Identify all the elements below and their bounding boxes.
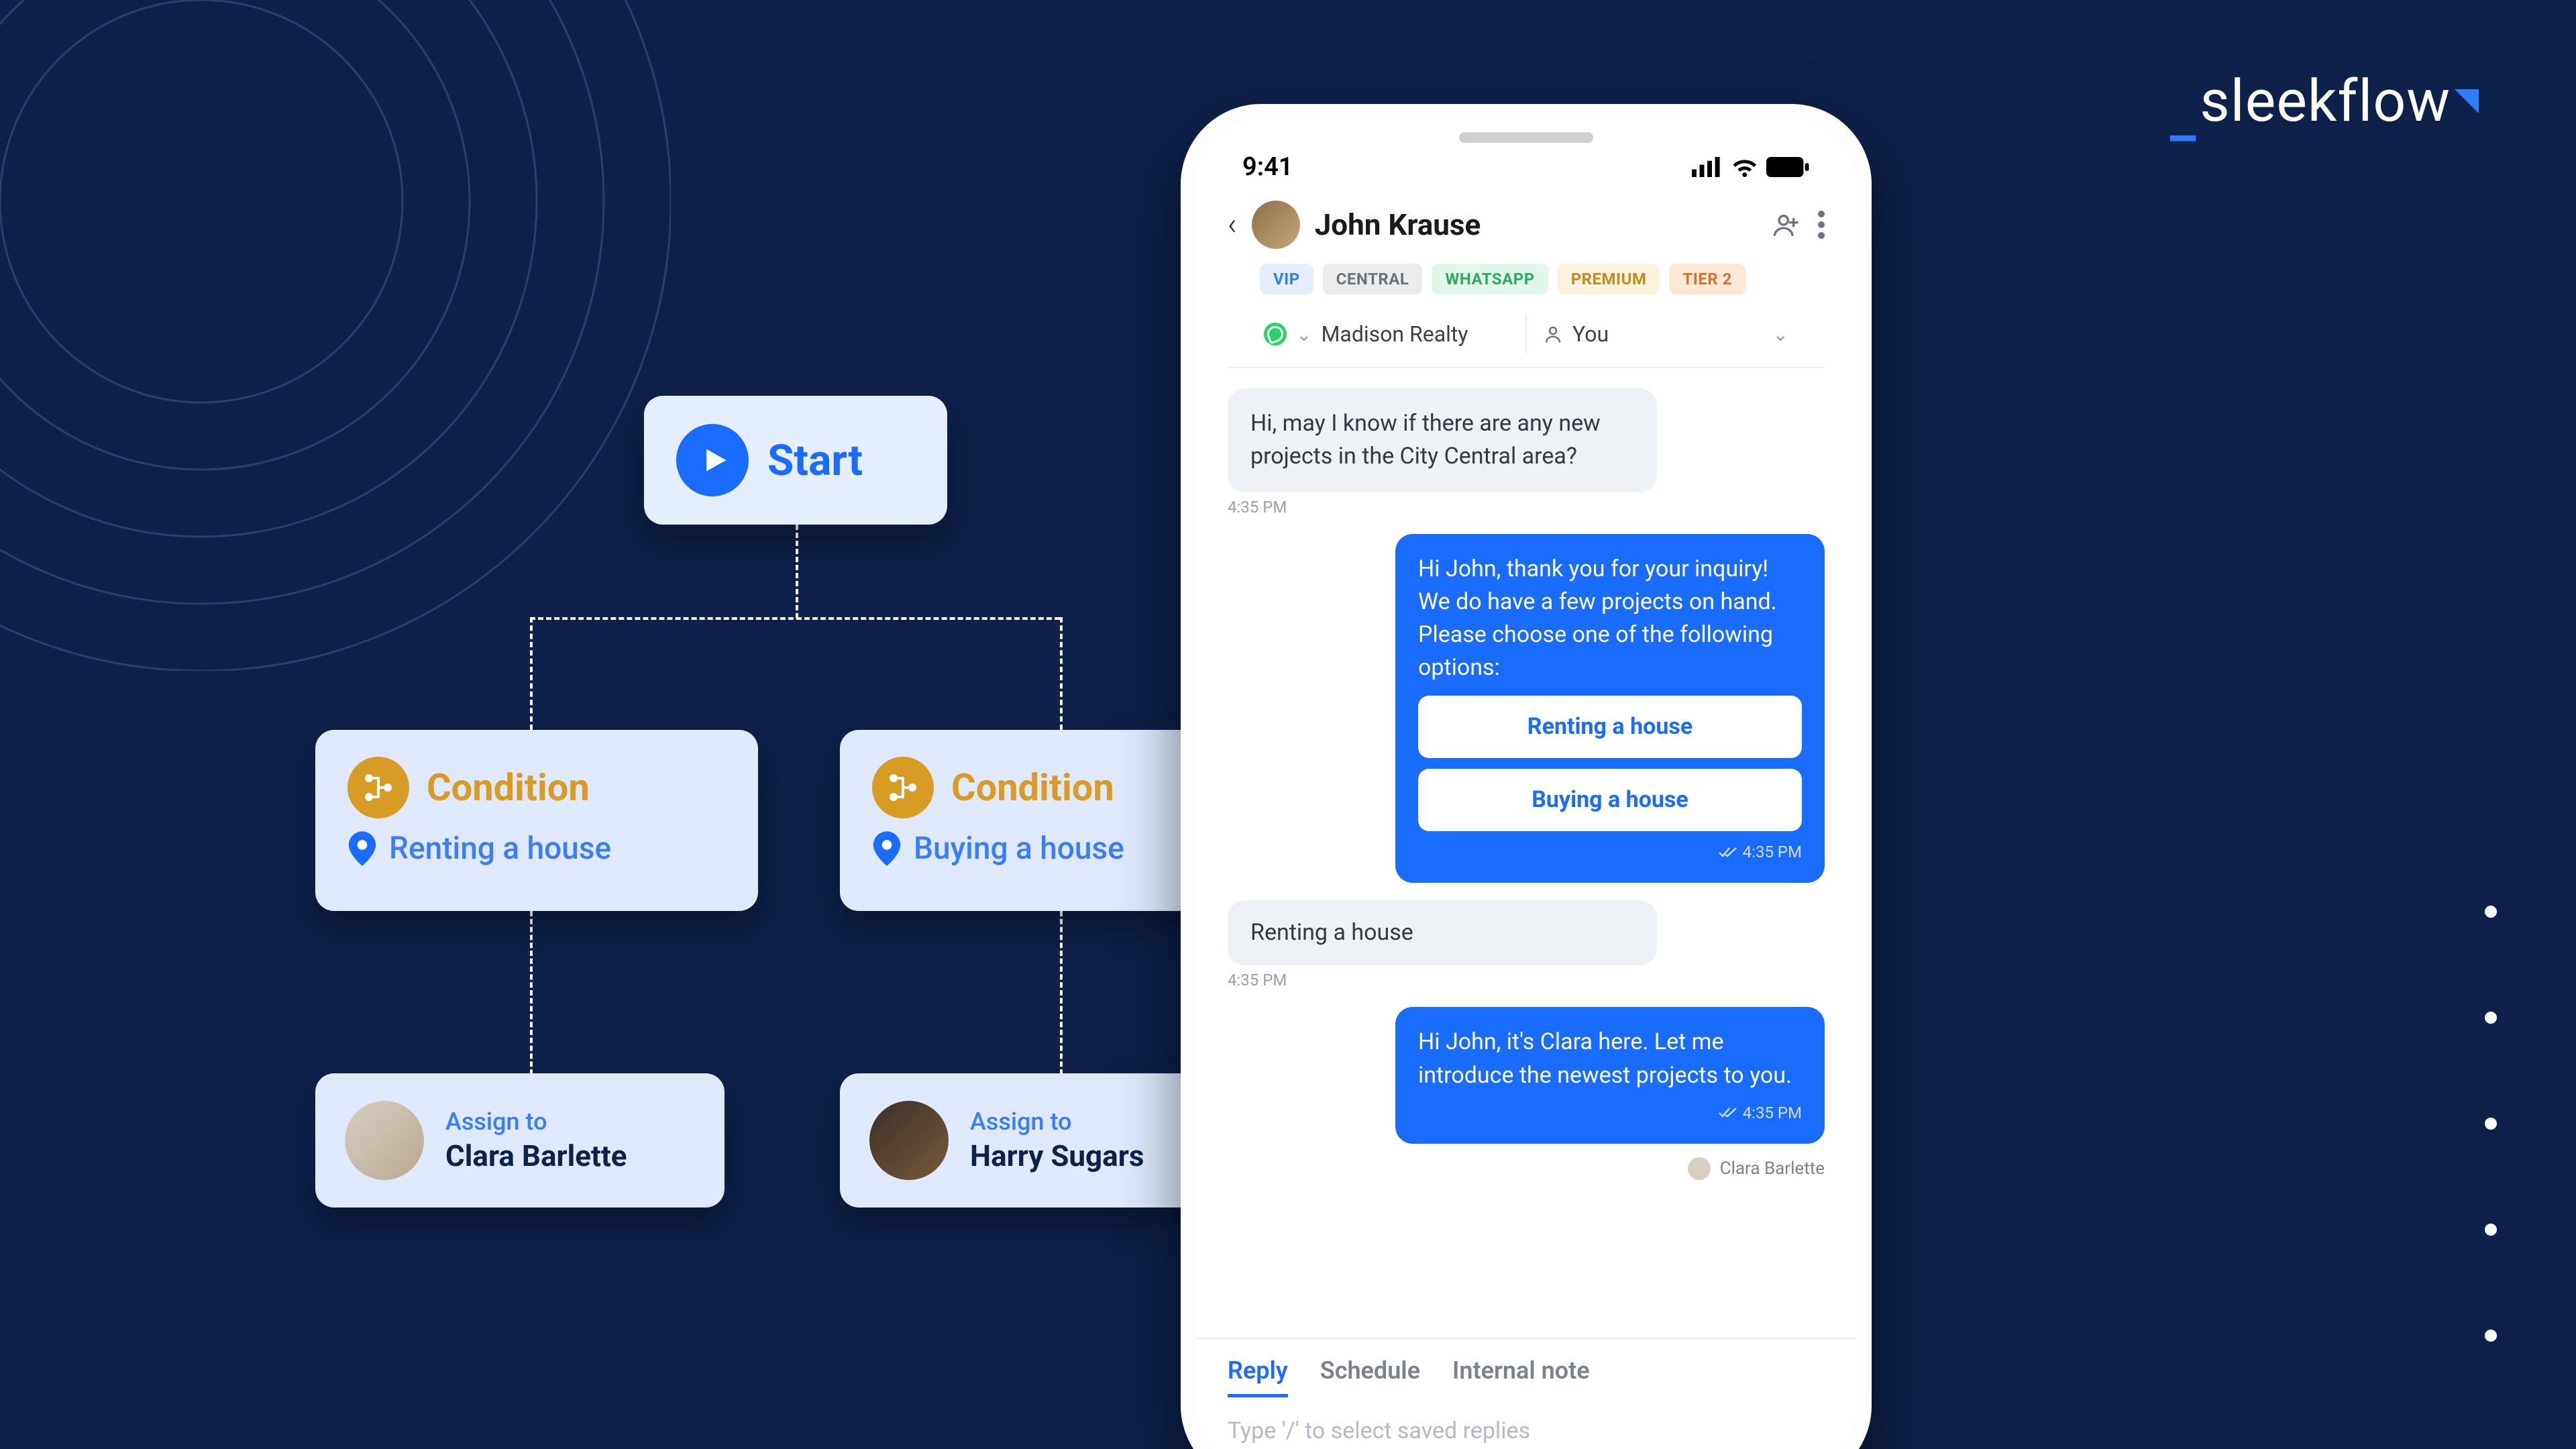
wifi-icon <box>1731 157 1759 177</box>
automation-flow: Start Condition Renting a house Conditio… <box>315 396 1288 1268</box>
channel-name: Madison Realty <box>1321 321 1468 347</box>
flow-start-node[interactable]: Start <box>644 396 947 525</box>
contact-tags: VIP CENTRAL WHATSAPP PREMIUM TIER 2 <box>1228 249 1825 294</box>
tag-whatsapp[interactable]: WHATSAPP <box>1432 264 1548 294</box>
chat-header: ‹ John Krause VIP CENTRAL WHATSAPP PREMI… <box>1195 189 1857 368</box>
message-timestamp: 4:35 PM <box>1743 841 1802 864</box>
message-outgoing: Hi John, thank you for your inquiry! We … <box>1395 534 1825 883</box>
avatar <box>345 1101 424 1180</box>
back-button[interactable]: ‹ <box>1228 207 1237 243</box>
add-user-icon[interactable] <box>1772 211 1799 238</box>
tag-vip[interactable]: VIP <box>1260 264 1313 294</box>
composer: Reply Schedule Internal note Type '/' to… <box>1195 1338 1857 1449</box>
contact-avatar[interactable] <box>1252 201 1300 249</box>
branch-icon <box>872 757 934 818</box>
tab-schedule[interactable]: Schedule <box>1320 1356 1420 1397</box>
pin-icon <box>347 831 377 866</box>
message-input[interactable]: Type '/' to select saved replies <box>1228 1417 1825 1444</box>
pin-icon <box>872 831 902 866</box>
status-time: 9:41 <box>1242 152 1293 182</box>
status-bar: 9:41 <box>1195 119 1857 189</box>
condition-title: Condition <box>951 765 1114 810</box>
tab-internal-note[interactable]: Internal note <box>1452 1356 1590 1397</box>
flow-assign-node-1[interactable]: Assign to Clara Barlette <box>315 1073 724 1208</box>
message-outgoing: Hi John, it's Clara here. Let me introdu… <box>1395 1007 1825 1143</box>
branch-icon <box>347 757 409 818</box>
more-menu-icon[interactable] <box>1818 211 1825 239</box>
option-button-buy[interactable]: Buying a house <box>1418 769 1802 831</box>
flow-condition-node-1[interactable]: Condition Renting a house <box>315 730 758 911</box>
channel-selector[interactable]: ⌄ Madison Realty <box>1260 315 1527 354</box>
phone-notch <box>1459 132 1593 143</box>
condition-value: Buying a house <box>914 830 1124 867</box>
assignee-selector[interactable]: You ⌄ <box>1527 315 1792 354</box>
message-timestamp: 4:35 PM <box>1228 498 1825 517</box>
brand-logo: _ sleekflow <box>2170 67 2479 135</box>
start-label: Start <box>767 435 863 486</box>
assign-label: Assign to <box>970 1108 1144 1136</box>
assignee-name: Clara Barlette <box>445 1138 627 1173</box>
message-list[interactable]: Hi, may I know if there are any new proj… <box>1195 368 1857 1338</box>
brand-name: sleekflow <box>2200 67 2451 135</box>
avatar <box>869 1101 949 1180</box>
phone-mockup: 9:41 ‹ John Krause VIP CENTRAL WHATSAP <box>1181 104 1872 1449</box>
contact-name: John Krause <box>1315 207 1758 242</box>
tag-central[interactable]: CENTRAL <box>1323 264 1423 294</box>
tag-premium[interactable]: PREMIUM <box>1558 264 1660 294</box>
assignee-name: Harry Sugars <box>970 1138 1144 1173</box>
option-button-rent[interactable]: Renting a house <box>1418 696 1802 758</box>
message-incoming: Hi, may I know if there are any new proj… <box>1228 388 1657 492</box>
message-timestamp: 4:35 PM <box>1228 971 1825 989</box>
tab-reply[interactable]: Reply <box>1228 1356 1288 1397</box>
double-check-icon <box>1719 846 1737 859</box>
assign-label: Assign to <box>445 1108 627 1136</box>
whatsapp-icon <box>1264 323 1287 345</box>
double-check-icon <box>1719 1106 1737 1120</box>
message-sender: Clara Barlette <box>1688 1157 1825 1180</box>
person-icon <box>1543 324 1563 344</box>
condition-value: Renting a house <box>389 830 611 867</box>
cellular-icon <box>1692 157 1723 177</box>
assignee-value: You <box>1572 321 1609 347</box>
tag-tier2[interactable]: TIER 2 <box>1669 264 1746 294</box>
battery-icon <box>1766 157 1810 177</box>
message-incoming: Renting a house <box>1228 900 1657 965</box>
avatar <box>1688 1157 1711 1180</box>
decorative-dots <box>2485 906 2497 1342</box>
message-timestamp: 4:35 PM <box>1743 1102 1802 1125</box>
play-icon <box>676 424 749 496</box>
condition-title: Condition <box>427 765 590 810</box>
